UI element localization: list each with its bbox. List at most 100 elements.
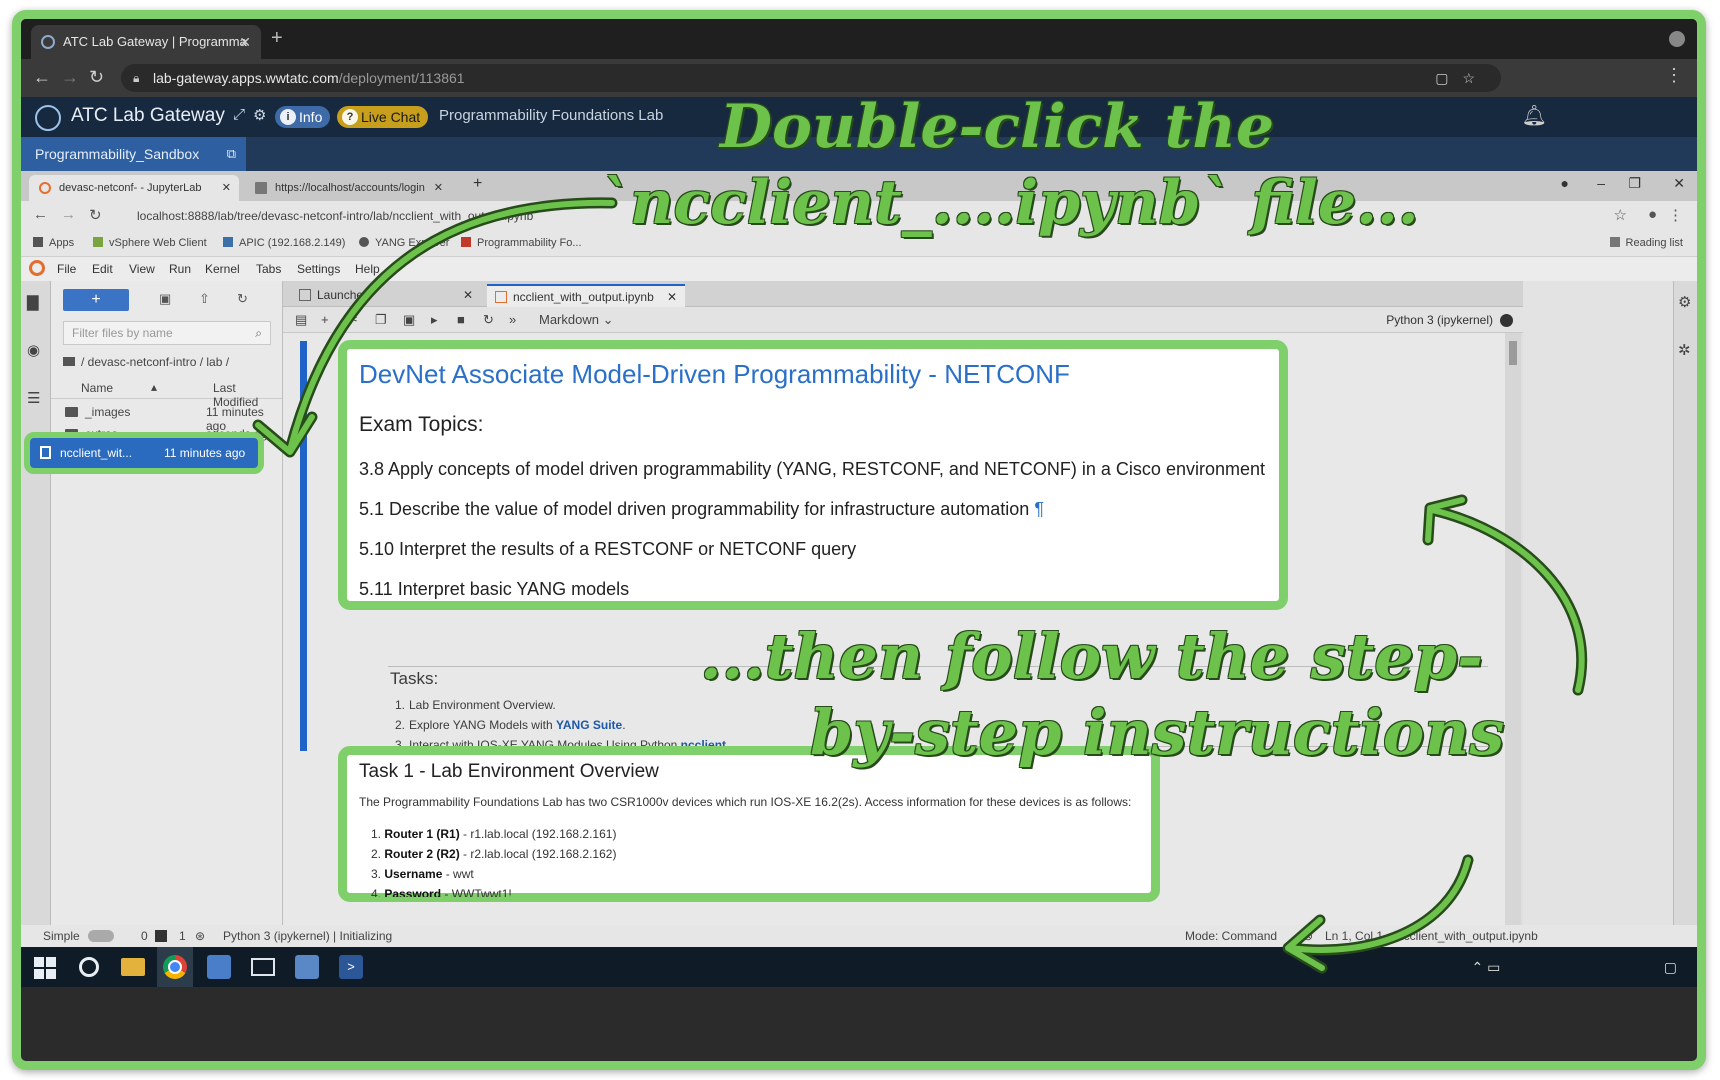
menu-view[interactable]: View bbox=[129, 262, 155, 276]
outer-tab[interactable]: ATC Lab Gateway | Programma ✕ bbox=[31, 25, 261, 59]
running-icon[interactable]: ◉ bbox=[27, 341, 45, 359]
close-tab-icon[interactable]: ✕ bbox=[222, 175, 231, 201]
scrollbar[interactable] bbox=[1505, 333, 1521, 925]
fast-forward-icon[interactable]: » bbox=[509, 312, 516, 327]
launcher-icon bbox=[299, 289, 311, 301]
kernel-name[interactable]: Python 3 (ipykernel) bbox=[1386, 313, 1493, 327]
account-icon[interactable]: ● bbox=[1648, 206, 1657, 223]
reload-icon[interactable]: ↻ bbox=[89, 67, 104, 88]
profile-circle-icon[interactable]: ● bbox=[1561, 175, 1569, 191]
live-chat-button[interactable]: ? Live Chat bbox=[337, 106, 429, 128]
new-tab-icon[interactable]: + bbox=[473, 175, 482, 193]
menu-kebab-icon[interactable]: ⋮ bbox=[1665, 65, 1683, 86]
copy-icon[interactable]: ❐ bbox=[375, 312, 387, 328]
new-folder-icon[interactable]: ▣ bbox=[159, 291, 171, 307]
menu-tabs[interactable]: Tabs bbox=[256, 262, 281, 276]
refresh-icon[interactable]: ↻ bbox=[237, 291, 248, 307]
bookmark-yang-explorer[interactable]: YANG Explorer bbox=[359, 237, 449, 249]
window-app-icon[interactable] bbox=[251, 958, 275, 976]
paste-icon[interactable]: ▣ bbox=[403, 312, 415, 328]
inner-tab-login[interactable]: https://localhost/accounts/login ✕ bbox=[245, 175, 451, 201]
external-link-icon[interactable]: ⧉ bbox=[227, 137, 236, 171]
tab-launcher[interactable]: Launcher ✕ bbox=[291, 284, 481, 307]
bookmark-programmability[interactable]: Programmability Fo... bbox=[461, 237, 582, 249]
file-explorer-icon[interactable] bbox=[121, 958, 145, 976]
cortana-icon[interactable] bbox=[79, 957, 99, 977]
selected-notebook-file[interactable]: ncclient_wit... 11 minutes ago bbox=[24, 432, 264, 474]
bookmark-apic[interactable]: APIC (192.168.2.149) bbox=[223, 237, 345, 249]
back-icon[interactable]: ← bbox=[33, 206, 48, 223]
reading-list[interactable]: Reading list bbox=[1609, 237, 1683, 249]
breadcrumb[interactable]: / devasc-netconf-intro / lab / bbox=[63, 355, 229, 369]
restore-icon[interactable]: ❐ bbox=[1628, 175, 1641, 192]
toc-icon[interactable]: ☰ bbox=[27, 389, 45, 407]
forward-icon[interactable]: → bbox=[61, 206, 76, 223]
new-tab-icon[interactable]: + bbox=[271, 27, 283, 50]
restart-icon[interactable]: ↻ bbox=[483, 312, 494, 328]
menu-kebab-icon[interactable]: ⋮ bbox=[1668, 206, 1683, 224]
close-tab-icon[interactable]: ✕ bbox=[667, 286, 677, 309]
sort-asc-icon[interactable]: ▴ bbox=[151, 380, 157, 394]
back-icon[interactable]: ← bbox=[33, 67, 51, 88]
close-tab-icon[interactable]: ✕ bbox=[434, 175, 443, 201]
windows-taskbar: > ⌃ ▭ ▢ bbox=[21, 947, 1697, 987]
expand-icon[interactable]: ⤢ bbox=[233, 106, 245, 123]
add-cell-icon[interactable]: + bbox=[321, 312, 329, 327]
menu-help[interactable]: Help bbox=[355, 262, 380, 276]
menu-settings[interactable]: Settings bbox=[297, 262, 340, 276]
info-button[interactable]: i Info bbox=[275, 106, 331, 128]
powershell-icon[interactable]: > bbox=[339, 955, 363, 979]
menu-edit[interactable]: Edit bbox=[92, 262, 113, 276]
toggle-switch[interactable] bbox=[87, 930, 114, 942]
col-name[interactable]: Name bbox=[81, 381, 113, 395]
stop-icon[interactable]: ■ bbox=[457, 312, 465, 327]
debugger-icon[interactable]: ✲ bbox=[1678, 341, 1696, 359]
folder-icon[interactable]: ▇ bbox=[27, 293, 45, 311]
system-tray[interactable]: ⌃ ▭ ▢ bbox=[1472, 959, 1677, 976]
sandbox-tab[interactable]: Programmability_Sandbox ⧉ bbox=[21, 137, 246, 171]
close-tab-icon[interactable]: ✕ bbox=[463, 284, 473, 307]
network-icon[interactable]: ▭ bbox=[1487, 959, 1500, 975]
bookmark-star-icon[interactable]: ▢☆ bbox=[1435, 64, 1489, 92]
exam-topic-text: 5.1 Describe the value of model driven p… bbox=[359, 499, 1030, 519]
file-row[interactable]: _images 11 minutes ago bbox=[51, 401, 282, 433]
save-icon[interactable]: ▤ bbox=[295, 312, 307, 328]
simple-mode-toggle[interactable]: Simple bbox=[43, 929, 114, 943]
windows-start-icon[interactable] bbox=[33, 955, 57, 979]
run-icon[interactable]: ▸ bbox=[431, 312, 438, 328]
upload-icon[interactable]: ⇧ bbox=[199, 291, 210, 307]
chrome-icon[interactable] bbox=[163, 955, 187, 979]
chevron-down-icon: ⌄ bbox=[602, 312, 614, 327]
star-icon[interactable]: ☆ bbox=[1614, 206, 1627, 224]
notifications-icon[interactable]: ▢ bbox=[1664, 959, 1677, 975]
cut-icon[interactable]: ✂ bbox=[347, 312, 358, 328]
menu-file[interactable]: File bbox=[57, 262, 76, 276]
property-inspector-icon[interactable]: ⚙ bbox=[1678, 293, 1696, 311]
tab-notebook[interactable]: ncclient_with_output.ipynb ✕ bbox=[487, 284, 685, 307]
outer-url-field[interactable]: 🔒︎ lab-gateway.apps.wwtatc.com/deploymen… bbox=[121, 64, 1501, 92]
forward-icon[interactable]: → bbox=[61, 67, 79, 88]
bookmark-apps[interactable]: Apps bbox=[33, 237, 74, 249]
bookmark-vsphere[interactable]: vSphere Web Client bbox=[93, 237, 207, 249]
minimize-icon[interactable]: – bbox=[1597, 175, 1605, 191]
profile-icon[interactable] bbox=[1669, 31, 1685, 47]
menu-run[interactable]: Run bbox=[169, 262, 191, 276]
bell-icon[interactable]: 🔔︎ bbox=[1522, 103, 1547, 128]
gear-icon[interactable]: ⚙ bbox=[253, 106, 266, 124]
item-value: - r1.lab.local (192.168.2.161) bbox=[459, 827, 617, 841]
scroll-thumb[interactable] bbox=[1509, 341, 1517, 365]
menu-kernel[interactable]: Kernel bbox=[205, 262, 240, 276]
network-app-icon[interactable] bbox=[207, 955, 231, 979]
filter-files-input[interactable]: Filter files by name ⌕ bbox=[63, 321, 271, 345]
remote-desktop-icon[interactable] bbox=[295, 955, 319, 979]
tray-chevron-icon[interactable]: ⌃ bbox=[1472, 959, 1484, 975]
reload-icon[interactable]: ↻ bbox=[89, 206, 102, 224]
cell-type-select[interactable]: Markdown ⌄ bbox=[539, 312, 614, 328]
inner-tab-jupyter[interactable]: devasc-netconf- - JupyterLab ✕ bbox=[29, 175, 239, 201]
notebook-file-icon bbox=[40, 446, 51, 459]
new-launcher-button[interactable]: + bbox=[63, 289, 129, 311]
close-window-icon[interactable]: ✕ bbox=[1673, 175, 1685, 192]
close-tab-icon[interactable]: ✕ bbox=[239, 25, 251, 59]
outer-tab-bar: ATC Lab Gateway | Programma ✕ + bbox=[21, 19, 1697, 59]
anchor-link[interactable]: ¶ bbox=[1034, 499, 1044, 519]
